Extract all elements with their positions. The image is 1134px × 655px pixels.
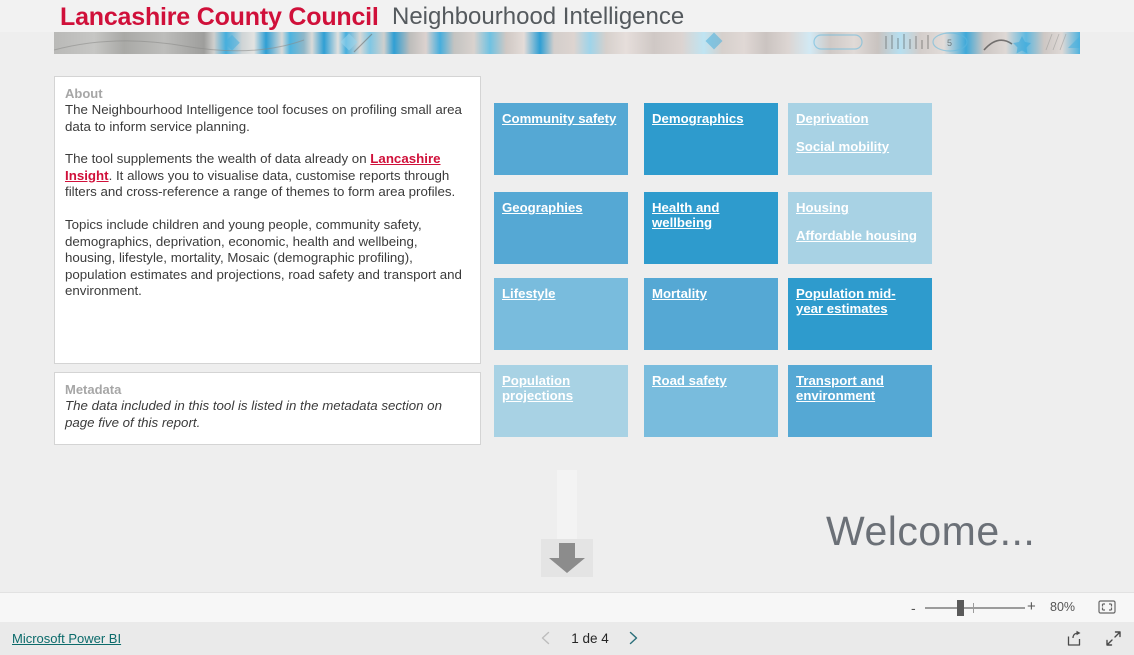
tile-link-population-mid-year-estimates-0[interactable]: Population mid-year estimates	[796, 286, 922, 316]
fullscreen-icon[interactable]	[1105, 630, 1122, 647]
tile-deprivation[interactable]: Deprivation Social mobility	[788, 103, 932, 175]
zoom-level-label: 80%	[1050, 600, 1076, 614]
tile-link-health-and-wellbeing-0[interactable]: Health and wellbeing	[652, 200, 768, 230]
tile-transport-and-environment[interactable]: Transport and environment	[788, 365, 932, 437]
tile-health-and-wellbeing[interactable]: Health and wellbeing	[644, 192, 778, 264]
page-title: Neighbourhood Intelligence	[392, 3, 685, 30]
metadata-panel: Metadata The data included in this tool …	[54, 372, 481, 445]
tile-link-transport-and-environment-0[interactable]: Transport and environment	[796, 373, 922, 403]
zoom-slider-thumb[interactable]	[957, 600, 964, 616]
zoom-toolbar: - + 80%	[0, 592, 1134, 622]
banner-image: 5	[54, 32, 1080, 54]
report-canvas: Lancashire County Council Neighbourhood …	[0, 0, 1134, 592]
tile-link-deprivation-0[interactable]: Deprivation	[796, 111, 922, 126]
tile-housing[interactable]: Housing Affordable housing	[788, 192, 932, 264]
tile-link-population-projections-0[interactable]: Population projections	[502, 373, 618, 403]
about-p2-before: The tool supplements the wealth of data …	[65, 151, 371, 167]
tile-link-road-safety-0[interactable]: Road safety	[652, 373, 768, 388]
metadata-text: The data included in this tool is listed…	[65, 398, 442, 430]
tile-population-mid-year-estimates[interactable]: Population mid-year estimates	[788, 278, 932, 350]
page-navigation: 1 de 4	[533, 622, 653, 655]
tile-population-projections[interactable]: Population projections	[494, 365, 628, 437]
report-footer: Microsoft Power BI 1 de 4	[0, 622, 1134, 655]
zoom-in-button[interactable]: +	[1027, 599, 1036, 614]
brand-title: Lancashire County Council	[60, 3, 379, 31]
tile-link-deprivation-1[interactable]: Social mobility	[796, 139, 922, 154]
metadata-label: Metadata	[65, 382, 122, 397]
tile-link-mortality-0[interactable]: Mortality	[652, 286, 768, 301]
tile-link-housing-1[interactable]: Affordable housing	[796, 228, 922, 243]
tile-link-geographies-0[interactable]: Geographies	[502, 200, 618, 215]
about-p2-after: . It allows you to visualise data, custo…	[65, 167, 456, 200]
tile-lifestyle[interactable]: Lifestyle	[494, 278, 628, 350]
page-indicator: 1 de 4	[571, 631, 609, 646]
tile-geographies[interactable]: Geographies	[494, 192, 628, 264]
report-header: Lancashire County Council Neighbourhood …	[0, 0, 1134, 32]
welcome-text: Welcome...	[826, 508, 1036, 554]
about-paragraph-1: The Neighbourhood Intelligence tool focu…	[65, 102, 462, 134]
svg-text:5: 5	[947, 38, 952, 48]
fit-to-page-icon[interactable]	[1098, 600, 1116, 614]
about-body: The Neighbourhood Intelligence tool focu…	[65, 102, 468, 300]
about-paragraph-2: The tool supplements the wealth of data …	[65, 151, 468, 201]
share-icon[interactable]	[1066, 630, 1083, 647]
arrow-stem	[557, 470, 577, 545]
about-label: About	[65, 86, 103, 101]
zoom-out-button[interactable]: -	[911, 601, 916, 615]
tile-demographics[interactable]: Demographics	[644, 103, 778, 175]
tile-link-demographics-0[interactable]: Demographics	[652, 111, 768, 126]
banner-sketch-overlay: 5	[54, 32, 1080, 54]
tile-link-housing-0[interactable]: Housing	[796, 200, 922, 215]
about-paragraph-3: Topics include children and young people…	[65, 216, 462, 299]
theme-tile-grid: Community safety Demographics Deprivation S…	[494, 103, 932, 445]
tile-road-safety[interactable]: Road safety	[644, 365, 778, 437]
tile-link-lifestyle-0[interactable]: Lifestyle	[502, 286, 618, 301]
arrow-down-icon	[549, 543, 585, 573]
tile-link-community-safety-0[interactable]: Community safety	[502, 111, 618, 126]
about-panel: About The Neighbourhood Intelligence too…	[54, 76, 481, 364]
zoom-slider-tick	[973, 603, 974, 613]
microsoft-power-bi-link[interactable]: Microsoft Power BI	[12, 631, 121, 646]
tile-community-safety[interactable]: Community safety	[494, 103, 628, 175]
chevron-right-icon[interactable]	[625, 630, 641, 646]
zoom-slider-track[interactable]	[925, 607, 1025, 609]
power-bi-report-viewer: Lancashire County Council Neighbourhood …	[0, 0, 1134, 655]
tile-mortality[interactable]: Mortality	[644, 278, 778, 350]
chevron-left-icon[interactable]	[538, 630, 554, 646]
